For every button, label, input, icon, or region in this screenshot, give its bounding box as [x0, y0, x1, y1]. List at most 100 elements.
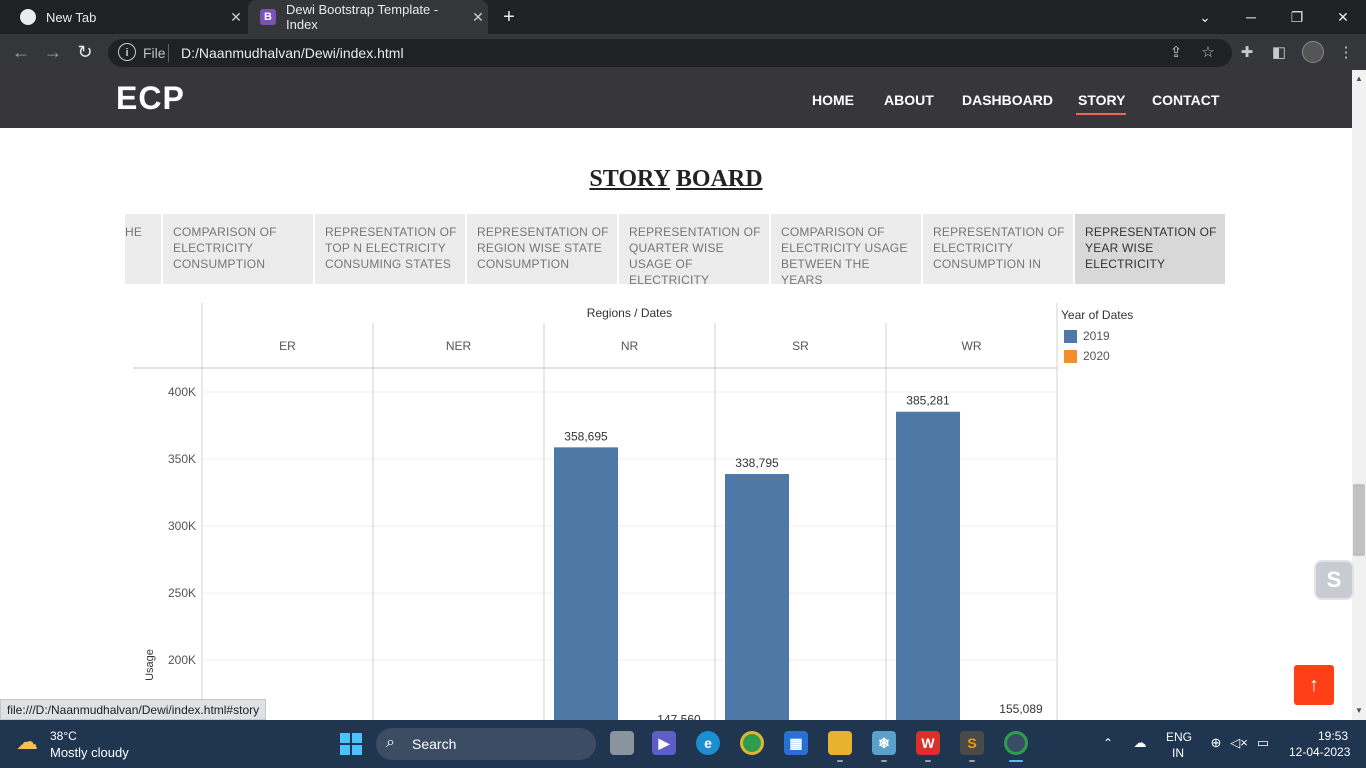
chrome-icon[interactable] — [740, 731, 764, 755]
bar-value-label: 155,089 — [999, 702, 1043, 716]
legend-label-2019[interactable]: 2019 — [1083, 329, 1110, 343]
more-menu-icon[interactable]: ⋮ — [1335, 43, 1357, 63]
active-nav-indicator — [1076, 113, 1126, 115]
wps-office-icon[interactable]: W — [916, 731, 940, 755]
extensions-icon[interactable]: ✚ — [1236, 43, 1258, 63]
nav-contact[interactable]: CONTACT — [1152, 92, 1219, 108]
story-point-tab[interactable]: REPRESENTATION OF QUARTER WISE USAGE OF … — [619, 214, 769, 284]
bar-value-label: 385,281 — [906, 394, 950, 408]
bar-2019-SR — [725, 474, 789, 720]
edge-browser-icon[interactable]: e — [696, 731, 720, 755]
bar-value-label: 147,560 — [657, 712, 701, 720]
back-to-top-button[interactable]: ↑ — [1294, 665, 1334, 705]
legend-title: Year of Dates — [1061, 308, 1134, 322]
chrome-active-icon[interactable] — [1004, 731, 1028, 755]
file-explorer-icon[interactable] — [828, 731, 852, 755]
network-globe-icon[interactable]: ⊕ — [1207, 734, 1225, 752]
story-point-tab[interactable]: HE — [125, 214, 161, 284]
tab-title: New Tab — [46, 9, 97, 25]
input-language[interactable]: ENG — [1166, 730, 1192, 744]
share-icon[interactable]: ⇪ — [1165, 43, 1187, 63]
profile-avatar[interactable] — [1302, 41, 1324, 63]
scroll-up-arrow-icon[interactable]: ▲ — [1352, 72, 1366, 86]
scrollbar-thumb[interactable] — [1353, 484, 1365, 556]
speaker-muted-icon[interactable]: ◁× — [1230, 734, 1248, 752]
nav-story[interactable]: STORY — [1078, 92, 1125, 108]
legend-swatch-2020[interactable] — [1064, 350, 1077, 363]
active-indicator — [1009, 760, 1023, 762]
y-tick-label: 250K — [168, 586, 196, 600]
tab-search-icon[interactable]: ⌄ — [1192, 6, 1218, 28]
snipping-app-icon[interactable]: ❄ — [872, 731, 896, 755]
region-header-label: NER — [446, 339, 472, 353]
onedrive-cloud-icon[interactable]: ☁ — [1130, 734, 1150, 752]
y-tick-label: 400K — [168, 385, 196, 399]
weather-description[interactable]: Mostly cloudy — [50, 745, 129, 760]
input-region[interactable]: IN — [1172, 746, 1184, 760]
task-view-icon[interactable] — [610, 731, 634, 755]
bookmark-star-icon[interactable]: ☆ — [1197, 43, 1219, 63]
info-icon[interactable]: i — [118, 43, 136, 61]
battery-icon[interactable]: ▭ — [1254, 734, 1272, 752]
windows-start-icon[interactable] — [340, 733, 362, 755]
side-panel-icon[interactable]: ◧ — [1268, 43, 1290, 63]
story-point-tab-active[interactable]: REPRESENTATION OF YEAR WISE ELECTRICITY — [1075, 214, 1225, 284]
bootstrap-icon: B — [260, 9, 276, 25]
clock-time[interactable]: 19:53 — [1318, 729, 1348, 743]
board-title-word: BOARD — [675, 166, 763, 192]
forward-arrow-icon[interactable]: → — [42, 41, 64, 63]
bar-value-label: 338,795 — [735, 456, 779, 470]
back-arrow-icon[interactable]: ← — [10, 41, 32, 63]
store-icon[interactable]: ▦ — [784, 731, 808, 755]
story-point-tab[interactable]: COMPARISON OF ELECTRICITY USAGE BETWEEN … — [771, 214, 921, 284]
weather-cloud-icon[interactable]: ☁ — [16, 729, 46, 757]
status-bar-link: file:///D:/Naanmudhalvan/Dewi/index.html… — [0, 699, 267, 720]
floating-extension-icon[interactable]: S — [1314, 560, 1354, 600]
nav-about[interactable]: ABOUT — [884, 92, 934, 108]
running-indicator — [837, 760, 843, 762]
address-divider — [168, 44, 169, 62]
address-url[interactable]: D:/Naanmudhalvan/Dewi/index.html — [181, 45, 404, 61]
bar-value-label: 358,695 — [564, 429, 608, 443]
legend-label-2020[interactable]: 2020 — [1083, 349, 1110, 363]
usage-bar-chart: Regions / Dates 400K 350K 300K 250K 200K Usage… — [133, 303, 1058, 720]
scroll-down-arrow-icon[interactable]: ▼ — [1352, 704, 1366, 718]
tray-overflow-chevron-icon[interactable]: ⌃ — [1100, 734, 1116, 752]
nav-dashboard[interactable]: DASHBOARD — [962, 92, 1053, 108]
close-tab-icon[interactable]: ✕ — [226, 9, 246, 26]
bar-2019-NR — [554, 447, 618, 720]
story-point-tab[interactable]: COMPARISON OF ELECTRICITY CONSUMPTION — [163, 214, 313, 284]
story-point-tab[interactable]: REPRESENTATION OF REGION WISE STATE CONS… — [467, 214, 617, 284]
globe-icon — [20, 9, 36, 25]
new-tab-button[interactable]: + — [498, 6, 520, 28]
browser-tab-new-tab[interactable]: New Tab ✕ — [8, 0, 246, 34]
clock-date[interactable]: 12-04-2023 — [1289, 745, 1350, 759]
bar-2019-WR — [896, 411, 960, 720]
close-window-icon[interactable]: ✕ — [1330, 6, 1356, 28]
running-indicator — [881, 760, 887, 762]
story-point-tab[interactable]: REPRESENTATION OF TOP N ELECTRICITY CONS… — [315, 214, 465, 284]
reload-icon[interactable]: ↻ — [74, 41, 96, 63]
story-point-tab[interactable]: REPRESENTATION OF ELECTRICITY CONSUMPTIO… — [923, 214, 1073, 284]
story-title-word: STORY — [589, 166, 670, 192]
close-tab-icon[interactable]: ✕ — [468, 9, 488, 26]
teams-chat-icon[interactable]: ▶ — [652, 731, 676, 755]
address-scheme-label: File — [143, 45, 166, 61]
region-header-label: NR — [621, 339, 639, 353]
sublime-text-icon[interactable]: S — [960, 731, 984, 755]
taskbar-search-label: Search — [412, 736, 457, 752]
page-scrollbar[interactable] — [1352, 70, 1366, 720]
browser-tab-dewi[interactable]: B Dewi Bootstrap Template - Index ✕ — [248, 0, 488, 34]
legend-swatch-2019[interactable] — [1064, 330, 1077, 343]
restore-icon[interactable]: ❐ — [1284, 6, 1310, 28]
nav-home[interactable]: HOME — [812, 92, 854, 108]
column-header-title: Regions / Dates — [587, 306, 672, 320]
running-indicator — [925, 760, 931, 762]
taskbar-search-box[interactable] — [376, 728, 596, 760]
weather-temperature[interactable]: 38°C — [50, 729, 77, 743]
y-tick-label: 350K — [168, 452, 196, 466]
site-logo[interactable]: ECP — [116, 80, 185, 117]
y-tick-label: 300K — [168, 519, 196, 533]
minimize-icon[interactable]: ─ — [1238, 6, 1264, 28]
story-board-title: STORY BOARD — [0, 166, 1352, 193]
